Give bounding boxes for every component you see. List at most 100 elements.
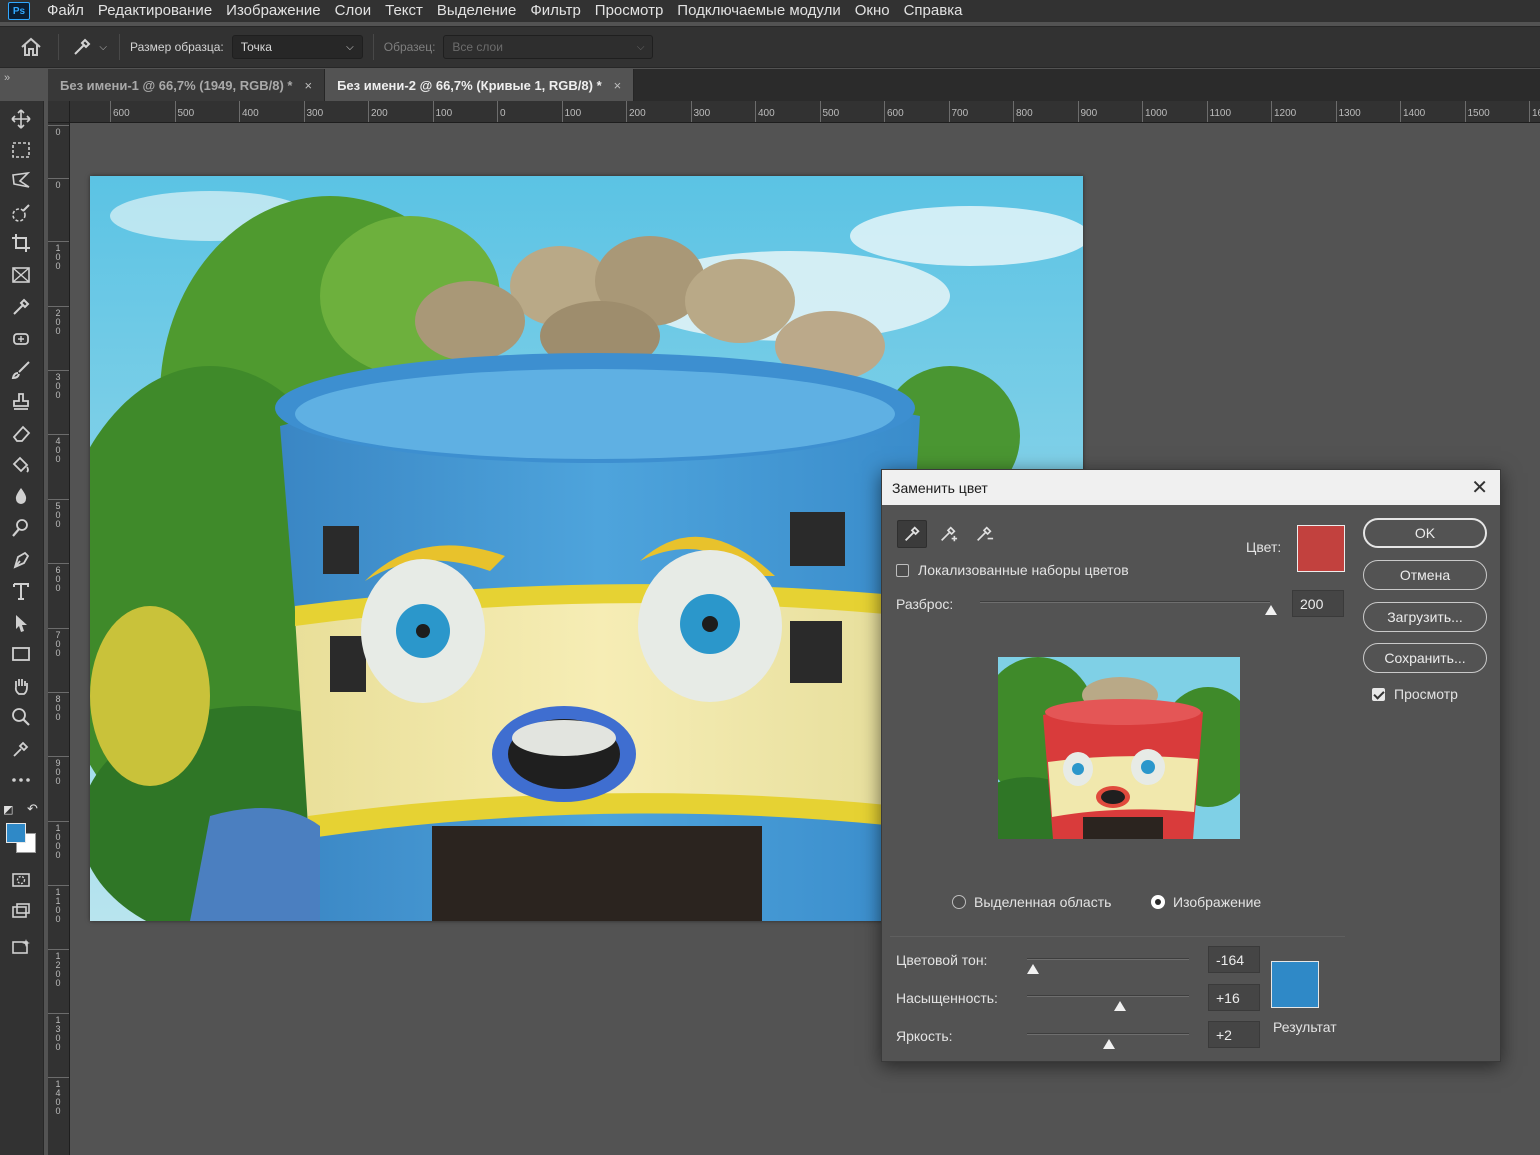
tool-stamp[interactable] — [6, 388, 36, 416]
tool-healing[interactable] — [6, 325, 36, 353]
tool-pen[interactable] — [6, 546, 36, 574]
eyedropper-add-button[interactable] — [933, 520, 963, 548]
radio-image[interactable] — [1151, 895, 1165, 909]
home-button[interactable] — [14, 32, 48, 62]
radio-selection-label: Выделенная область — [974, 894, 1112, 910]
ruler-tick — [48, 241, 69, 242]
tool-frame[interactable] — [6, 261, 36, 289]
close-icon[interactable]: × — [614, 78, 622, 93]
more-icon — [12, 778, 30, 782]
menu-edit[interactable]: Редактирование — [91, 2, 219, 20]
result-color-swatch[interactable] — [1271, 961, 1319, 1008]
photoshop-window: Ps Файл Редактирование Изображение Слои … — [0, 0, 1540, 1155]
tool-paint-bucket[interactable] — [6, 451, 36, 479]
tool-type[interactable] — [6, 577, 36, 605]
ruler-origin[interactable] — [48, 101, 70, 123]
swap-colors-icon[interactable]: ↶ — [27, 801, 38, 817]
default-colors-icon[interactable]: ◩ — [3, 803, 13, 816]
edit-toolbar-icon — [13, 741, 29, 757]
preview-checkbox[interactable] — [1372, 688, 1385, 701]
ruler-tick-label: 7 0 0 — [55, 630, 61, 658]
close-icon[interactable]: ✕ — [1471, 478, 1488, 498]
menu-help[interactable]: Справка — [897, 2, 970, 20]
saturation-slider[interactable] — [1027, 995, 1189, 997]
tool-marquee[interactable] — [6, 136, 36, 164]
tool-edit-toolbar[interactable] — [6, 735, 36, 763]
menu-type[interactable]: Текст — [378, 2, 430, 20]
tool-preset-picker[interactable]: ⌵ — [69, 32, 109, 62]
menu-image[interactable]: Изображение — [219, 2, 328, 20]
sample-label: Образец: — [383, 40, 436, 54]
menu-view[interactable]: Просмотр — [588, 2, 671, 20]
tool-dodge[interactable] — [6, 514, 36, 542]
vertical-ruler[interactable]: 0 0 1 0 0 2 0 0 3 0 0 4 0 0 5 0 0 6 0 0 7 0 0 8 0… — [48, 123, 70, 1155]
saturation-slider-thumb[interactable] — [1114, 1001, 1126, 1011]
menu-file[interactable]: Файл — [40, 2, 91, 20]
chevron-down-icon: ⌵ — [636, 41, 645, 53]
fuzziness-input[interactable]: 200 — [1292, 590, 1344, 617]
save-button[interactable]: Сохранить... — [1363, 643, 1487, 673]
fuzziness-slider-thumb[interactable] — [1265, 605, 1277, 615]
tool-screen-mode[interactable] — [6, 897, 36, 925]
ruler-tick-label: 200 — [629, 108, 646, 119]
lightness-slider-thumb[interactable] — [1103, 1039, 1115, 1049]
hue-slider[interactable] — [1027, 958, 1189, 960]
menu-select[interactable]: Выделение — [430, 2, 523, 20]
radio-selection[interactable] — [952, 895, 966, 909]
tool-eraser[interactable] — [6, 419, 36, 447]
ruler-tick — [48, 1077, 69, 1078]
tool-generate[interactable] — [6, 933, 36, 961]
tab-document-2[interactable]: Без имени-2 @ 66,7% (Кривые 1, RGB/8) * … — [325, 69, 635, 101]
lightness-slider[interactable] — [1027, 1033, 1189, 1035]
lightness-input[interactable]: +2 — [1208, 1021, 1260, 1048]
ruler-tick-label: 1400 — [1403, 108, 1426, 119]
eyedropper-button[interactable] — [897, 520, 927, 548]
ok-button[interactable]: OK — [1363, 518, 1487, 548]
tool-more[interactable] — [6, 766, 36, 794]
localized-clusters-checkbox[interactable] — [896, 564, 909, 577]
dialog-title-bar[interactable]: Заменить цвет ✕ — [882, 470, 1500, 505]
menu-plugins[interactable]: Подключаемые модули — [670, 2, 847, 20]
tool-crop[interactable] — [6, 229, 36, 257]
menu-filter[interactable]: Фильтр — [523, 2, 587, 20]
tool-zoom[interactable] — [6, 703, 36, 731]
quick-mask-icon — [12, 873, 30, 887]
ruler-tick-label: 1 0 0 0 — [55, 823, 61, 860]
ruler-tick — [48, 370, 69, 371]
tool-brush[interactable] — [6, 356, 36, 384]
sample-size-select[interactable]: Точка ⌵ — [231, 35, 363, 59]
saturation-label: Насыщенность: — [896, 990, 998, 1006]
tab-document-1[interactable]: Без имени-1 @ 66,7% (1949, RGB/8) * × — [48, 69, 326, 101]
collapse-panels-icon[interactable]: » — [4, 72, 10, 84]
tool-blur[interactable] — [6, 482, 36, 510]
ruler-tick-label: 500 — [822, 108, 840, 119]
tool-path-select[interactable] — [6, 609, 36, 637]
menu-window[interactable]: Окно — [848, 2, 897, 20]
tool-move[interactable] — [6, 105, 36, 133]
hue-input[interactable]: -164 — [1208, 946, 1260, 973]
blur-icon — [15, 488, 27, 504]
horizontal-ruler[interactable]: 600 500 400 300 200 100 0 100 200 300 400 500 600 700… — [70, 101, 1540, 123]
hue-slider-thumb[interactable] — [1027, 964, 1039, 974]
tool-quick-select[interactable] — [6, 199, 36, 227]
foreground-color-swatch[interactable] — [6, 823, 26, 843]
close-icon[interactable]: × — [304, 78, 312, 93]
tool-quick-mask[interactable] — [6, 866, 36, 894]
tool-hand[interactable] — [6, 672, 36, 700]
tool-rectangle[interactable] — [6, 640, 36, 668]
load-button[interactable]: Загрузить... — [1363, 602, 1487, 632]
tool-eyedropper[interactable] — [6, 293, 36, 321]
ruler-tick-label: 800 — [1016, 108, 1033, 119]
cancel-button[interactable]: Отмена — [1363, 560, 1487, 590]
eyedropper-subtract-button[interactable] — [969, 520, 999, 548]
fuzziness-slider[interactable] — [980, 601, 1270, 603]
tool-lasso[interactable] — [6, 167, 36, 195]
selected-color-swatch[interactable] — [1297, 525, 1345, 572]
ruler-tick-label: 100 — [435, 108, 453, 119]
menu-layers[interactable]: Слои — [328, 2, 378, 20]
saturation-input[interactable]: +16 — [1208, 984, 1260, 1011]
dialog-divider — [890, 936, 1345, 937]
ruler-tick-label: 8 0 0 — [55, 694, 61, 722]
home-icon — [21, 37, 41, 56]
ruler-tick-label: 200 — [371, 108, 388, 119]
